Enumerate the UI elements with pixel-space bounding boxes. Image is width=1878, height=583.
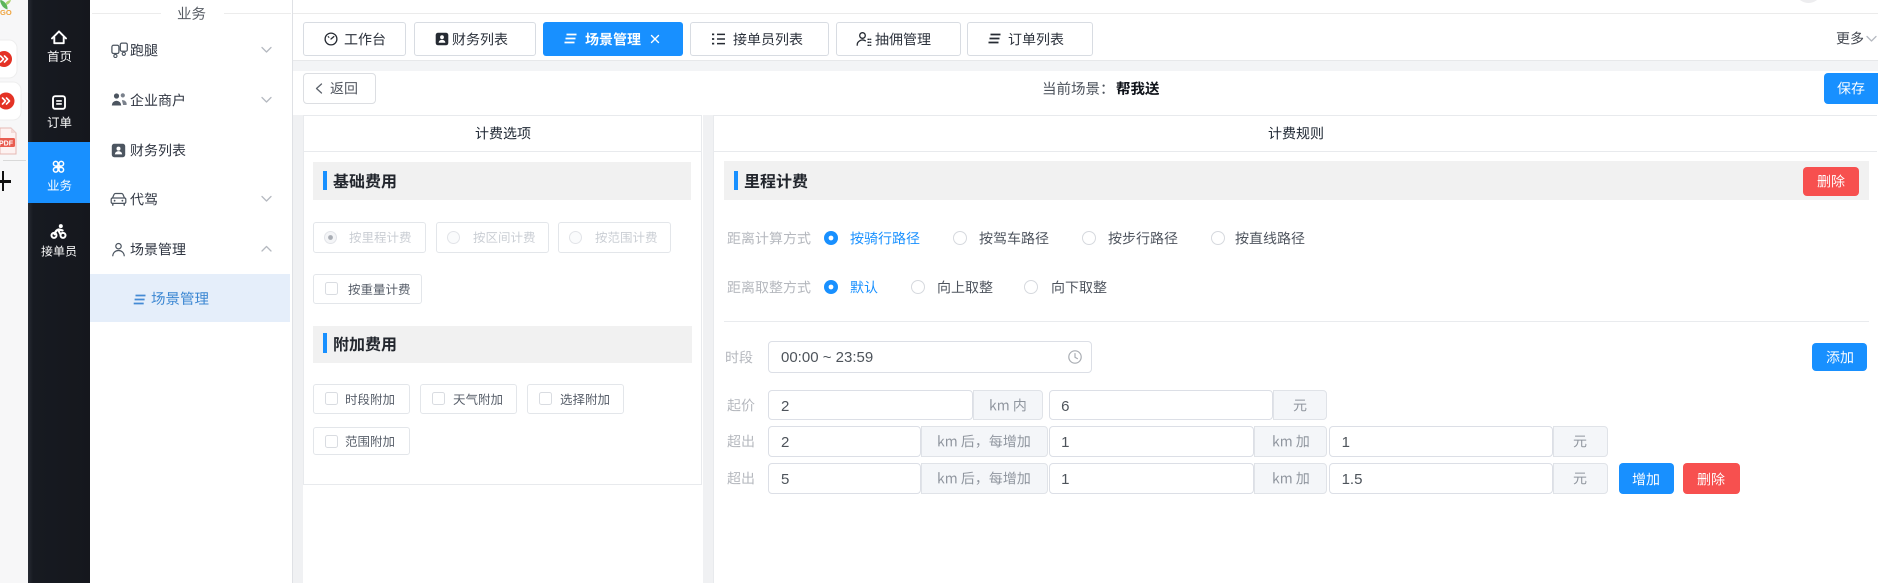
svg-text:GO: GO bbox=[0, 8, 12, 17]
svg-text:PDF: PDF bbox=[0, 141, 14, 148]
